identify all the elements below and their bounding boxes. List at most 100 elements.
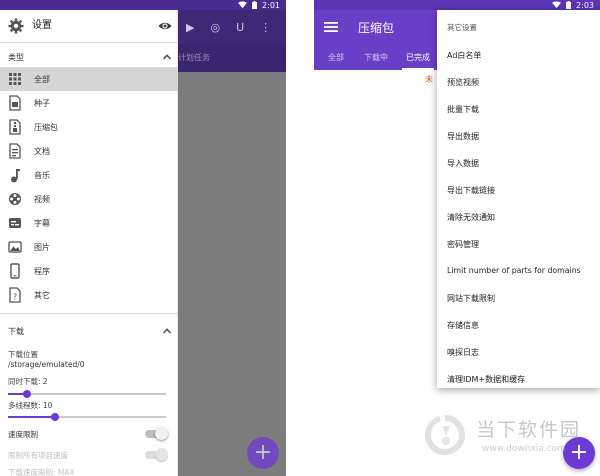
category-label: 其它 [34,291,50,300]
threads-slider[interactable] [8,413,166,421]
subtitles-icon [9,218,21,228]
menu-item-password-management[interactable]: 密码管理 [447,239,479,250]
simultaneous-downloads-slider[interactable] [8,390,166,398]
category-label: 程序 [34,267,50,276]
category-item-subtitles[interactable]: 字幕 [0,211,178,235]
unknown-file-icon: ? [9,287,21,303]
drawer-header: 设置 [0,10,178,42]
threads-label: 多线程数: 10 [8,401,53,410]
menu-item-clear-cache[interactable]: 清理IDM+数据和缓存 [447,374,525,385]
menu-item-storage-info[interactable]: 存储信息 [447,320,479,331]
max-speed-label: 下载速度限制: MAX [8,468,75,476]
status-bar: 2:01 [0,0,286,10]
menu-header: 其它设置 [447,23,477,32]
status-time: 2:03 [576,0,594,10]
site-watermark: 当下软件园 www.downxia.com [418,412,598,472]
simultaneous-downloads-label: 同时下载: 2 [8,377,48,386]
category-label: 音乐 [34,171,50,180]
menu-item-site-download-limit[interactable]: 网站下载限制 [447,293,495,304]
tab-all[interactable]: 全部 [328,52,344,63]
image-icon [8,241,22,253]
speed-limit-toggle[interactable] [155,427,168,440]
menu-item-export-links[interactable]: 导出下载链接 [447,185,495,196]
category-item-other[interactable]: ? 其它 [0,283,178,307]
battery-icon [252,1,258,9]
watermark-url: www.downxia.com [482,444,566,454]
category-item-music[interactable]: 音乐 [0,163,178,187]
limit-all-label: 限制所有项目速度 [8,451,68,460]
svg-text:?: ? [13,293,17,302]
unfinished-text-fragment: 未 [425,75,433,84]
drawer-title: 设置 [32,20,52,31]
screen-gap [286,0,314,476]
menu-item-batch-download[interactable]: 批量下载 [447,104,479,115]
tab-completed[interactable]: 已完成 [406,52,430,63]
category-item-all[interactable]: 全部 [0,67,178,91]
left-phone-screen: 2:01 ▶ ◎ U ⋮ 计划任务 + 设置 类型 全部 种子 压缩包 文档 音… [0,0,286,476]
category-item-archive[interactable]: 压缩包 [0,115,178,139]
right-phone-screen: 2:03 压缩包 全部 下载中 已完成 未 其它设置 Ad白名单 预览视频 批量… [314,0,600,476]
hamburger-menu-icon[interactable] [324,21,338,33]
more-vert-icon: ⋮ [260,20,272,34]
background-tab-fragment: 计划任务 [178,53,210,62]
category-label: 文档 [34,147,50,156]
other-settings-menu: 其它设置 Ad白名单 预览视频 批量下载 导出数据 导入数据 导出下载链接 清除… [437,10,600,388]
film-reel-icon [9,193,21,205]
active-tab-indicator [402,68,434,70]
menu-item-export-data[interactable]: 导出数据 [447,131,479,142]
downxia-logo-icon [425,415,465,455]
magnet-icon: U [236,20,245,34]
torrent-file-icon [9,95,21,111]
slider-knob[interactable] [23,390,31,398]
limit-all-row[interactable]: 限制所有项目速度 [8,448,168,462]
menu-item-import-data[interactable]: 导入数据 [447,158,479,169]
menu-item-limit-parts[interactable]: Limit number of parts for domains [447,266,581,275]
type-section-label: 类型 [8,53,24,62]
category-item-torrent[interactable]: 种子 [0,91,178,115]
menu-item-clear-notifications[interactable]: 清除无效通知 [447,212,495,223]
background-tabbar: 计划任务 [178,44,286,72]
speed-icon: ◎ [210,20,221,34]
category-item-program[interactable]: 程序 [0,259,178,283]
chevron-up-icon[interactable] [162,52,172,62]
menu-item-sniff-log[interactable]: 嗅探日志 [447,347,479,358]
sort-icon: ▶ [186,20,195,34]
status-bar: 2:03 [314,0,600,10]
menu-item-ad-whitelist[interactable]: Ad白名单 [447,50,481,61]
settings-drawer: 设置 类型 全部 种子 压缩包 文档 音乐 视频 字幕 图片 程序 ? 其它 下… [0,10,178,476]
background-add-fab: + [247,437,279,469]
gear-icon[interactable] [8,18,24,34]
music-note-icon [11,169,20,183]
tab-downloading[interactable]: 下载中 [364,52,388,63]
eye-icon[interactable] [158,18,172,34]
category-item-document[interactable]: 文档 [0,139,178,163]
limit-all-toggle[interactable] [155,448,168,461]
category-label: 压缩包 [34,123,58,132]
menu-item-preview-video[interactable]: 预览视频 [447,77,479,88]
category-item-video[interactable]: 视频 [0,187,178,211]
wifi-icon [552,1,562,9]
download-section-label: 下载 [8,327,24,336]
download-section-header[interactable]: 下载 [0,321,178,343]
document-icon [9,143,21,159]
category-item-image[interactable]: 图片 [0,235,178,259]
type-section-header[interactable]: 类型 [0,47,178,69]
status-time: 2:01 [262,0,280,10]
slider-knob[interactable] [51,413,59,421]
speed-limit-label: 速度限制 [8,430,38,439]
background-app-dimmed [178,10,286,476]
battery-icon [566,1,572,9]
category-label: 字幕 [34,219,50,228]
chevron-up-icon[interactable] [162,326,172,336]
speed-limit-row[interactable]: 速度限制 [8,427,168,441]
phone-app-icon [10,263,20,279]
background-toolbar: ▶ ◎ U ⋮ [178,10,286,44]
download-location-label[interactable]: 下载位置 [8,349,38,360]
divider [0,313,178,314]
toolbar-title: 压缩包 [358,21,395,35]
download-location-path: /storage/emulated/0 [8,360,85,369]
divider [0,42,178,43]
category-label: 视频 [34,195,50,204]
archive-file-icon [9,119,21,135]
watermark-title: 当下软件园 [476,419,582,441]
